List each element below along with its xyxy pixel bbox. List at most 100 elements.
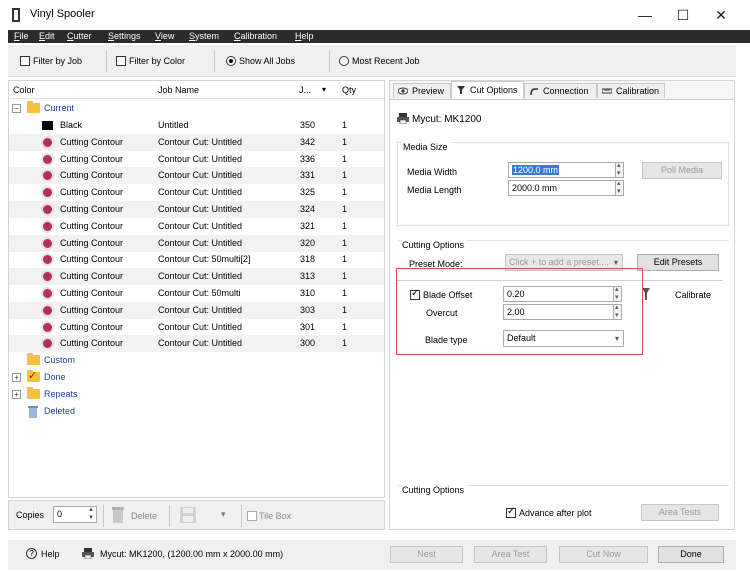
media-length-input[interactable]: 2000.0 mm	[508, 180, 618, 196]
cut-contour-icon	[41, 270, 54, 284]
edit-presets-button[interactable]: Edit Presets	[637, 254, 719, 271]
table-row[interactable]: Cutting Contour Contour Cut: 50multi 310 1	[9, 285, 384, 302]
cell-color: Cutting Contour	[60, 338, 124, 349]
chevron-down-icon[interactable]: ▾	[221, 509, 226, 520]
cell-color: Black	[60, 120, 83, 130]
tree-node-repeats[interactable]: + Repeats	[9, 386, 384, 403]
cell-job-number: 321	[300, 220, 316, 231]
menu-calibration[interactable]: Calibration	[234, 30, 277, 43]
tile-box-checkbox[interactable]	[247, 511, 257, 521]
media-length-stepper[interactable]	[615, 179, 624, 196]
eye-icon	[398, 87, 408, 95]
copies-stepper[interactable]: 0 ▲ ▼	[53, 506, 97, 523]
table-row[interactable]: Cutting Contour Contour Cut: Untitled 301 1	[9, 319, 384, 336]
column-qty[interactable]: Qty	[342, 85, 356, 95]
tree-node-deleted[interactable]: Deleted	[9, 403, 384, 420]
folder-icon	[27, 387, 40, 399]
menu-settings[interactable]: Settings	[108, 30, 141, 43]
help-label[interactable]: Help	[41, 549, 60, 559]
advance-after-plot-label: Advance after plot	[519, 508, 592, 518]
tab-calibration-label: Calibration	[616, 86, 660, 96]
cell-job-number: 342	[300, 136, 316, 147]
stepper-down-icon[interactable]: ▼	[86, 515, 96, 522]
cell-job-name: Contour Cut: Untitled	[158, 271, 243, 282]
media-width-stepper[interactable]	[615, 161, 624, 178]
cell-color: Cutting Contour	[60, 237, 124, 248]
table-row[interactable]: Cutting Contour Contour Cut: Untitled 321 1	[9, 218, 384, 235]
tree-label-deleted: Deleted	[44, 406, 76, 416]
tab-preview[interactable]: Preview	[393, 83, 451, 98]
menu-help[interactable]: Help	[295, 30, 314, 43]
column-job-name[interactable]: Job Name	[158, 85, 199, 95]
cell-job-name: Contour Cut: Untitled	[158, 204, 243, 214]
cell-color: Cutting Contour	[60, 304, 124, 315]
black-swatch-icon	[42, 121, 53, 130]
save-icon[interactable]	[179, 506, 197, 524]
area-test-button[interactable]: Area Test	[474, 546, 547, 563]
stepper-up-icon[interactable]: ▲	[86, 507, 96, 514]
poll-media-button[interactable]: Poll Media	[642, 162, 722, 179]
job-actions-toolbar: Copies 0 ▲ ▼ Delete ▾ Tile Box	[8, 500, 385, 530]
tree-node-done[interactable]: + ✓ Done	[9, 369, 384, 386]
most-recent-job-label: Most Recent Job	[352, 56, 420, 66]
nest-button[interactable]: Nest	[390, 546, 463, 563]
table-row[interactable]: Cutting Contour Contour Cut: Untitled 325 1	[9, 184, 384, 201]
menu-edit[interactable]: Edit	[39, 30, 55, 43]
toolbar-divider	[103, 505, 104, 527]
minimize-button[interactable]: —	[630, 4, 660, 26]
cell-job-name: Contour Cut: Untitled	[158, 170, 243, 181]
blade-icon	[457, 86, 465, 94]
filter-by-job-checkbox[interactable]	[20, 56, 30, 66]
expand-icon[interactable]: +	[12, 373, 21, 382]
cut-contour-icon	[41, 287, 54, 300]
tab-preview-label: Preview	[412, 86, 445, 96]
window-title: Vinyl Spooler	[30, 8, 95, 20]
help-icon[interactable]: ?	[26, 548, 37, 559]
expand-icon[interactable]: +	[12, 390, 21, 399]
menu-cutter[interactable]: Cutter	[67, 30, 92, 43]
done-button[interactable]: Done	[658, 546, 724, 563]
maximize-button[interactable]: ☐	[668, 4, 698, 26]
calibrate-button[interactable]: Calibrate	[675, 290, 711, 300]
cell-job-name: Contour Cut: Untitled	[158, 338, 243, 349]
table-row[interactable]: Cutting Contour Contour Cut: Untitled 320 1	[9, 234, 384, 252]
show-all-jobs-radio[interactable]	[226, 56, 236, 66]
cell-job-name: Contour Cut: Untitled	[158, 237, 243, 248]
tab-connection[interactable]: Connection	[524, 83, 597, 98]
area-tests-button[interactable]: Area Tests	[641, 504, 719, 521]
cell-job-number: 325	[300, 187, 316, 198]
tile-box-label: Tile Box	[259, 511, 292, 521]
most-recent-job-radio[interactable]	[339, 56, 349, 66]
close-button[interactable]: ✕	[706, 4, 736, 26]
menu-file[interactable]: File	[14, 30, 29, 43]
cut-now-button[interactable]: Cut Now	[559, 546, 648, 563]
column-job-number[interactable]: J...	[299, 85, 311, 95]
cell-job-name: Contour Cut: Untitled	[158, 304, 243, 315]
tree-node-current[interactable]: − Current	[9, 100, 384, 117]
tree-node-custom[interactable]: Custom	[9, 352, 384, 369]
column-color[interactable]: Color	[13, 85, 35, 95]
cell-job-name: Contour Cut: Untitled	[158, 187, 243, 198]
table-row[interactable]: Cutting Contour Contour Cut: Untitled 300 1	[9, 335, 384, 353]
tab-cut-options[interactable]: Cut Options	[451, 81, 524, 99]
menu-system[interactable]: System	[189, 30, 219, 43]
checkmark-icon: ✓	[28, 370, 38, 382]
table-row[interactable]: Cutting Contour Contour Cut: Untitled 303 1	[9, 301, 384, 319]
delete-button-label[interactable]: Delete	[131, 511, 157, 521]
table-row[interactable]: Cutting Contour Contour Cut: Untitled 313 1	[9, 268, 384, 286]
media-width-input[interactable]: 1200.0 mm	[508, 162, 618, 178]
collapse-icon[interactable]: −	[12, 104, 21, 113]
menu-view[interactable]: View	[155, 30, 174, 43]
table-row[interactable]: Cutting Contour Contour Cut: Untitled 324 1	[9, 201, 384, 218]
tab-calibration[interactable]: Calibration	[597, 83, 665, 98]
filter-by-color-checkbox[interactable]	[116, 56, 126, 66]
table-row[interactable]: Cutting Contour Contour Cut: Untitled 342 1	[9, 133, 384, 151]
status-bar: ? Help Mycut: MK1200, (1200.00 mm x 2000…	[8, 540, 736, 570]
table-row[interactable]: Cutting Contour Contour Cut: Untitled 331 1	[9, 167, 384, 185]
table-row[interactable]: Cutting Contour Contour Cut: Untitled 336 1	[9, 151, 384, 168]
table-row[interactable]: Cutting Contour Contour Cut: 50multi[2] 31…	[9, 251, 384, 268]
delete-icon[interactable]	[111, 506, 125, 524]
filter-by-color-label: Filter by Color	[129, 56, 186, 66]
table-row[interactable]: Black Untitled 350 1	[9, 117, 384, 134]
advance-after-plot-checkbox[interactable]	[506, 506, 516, 518]
